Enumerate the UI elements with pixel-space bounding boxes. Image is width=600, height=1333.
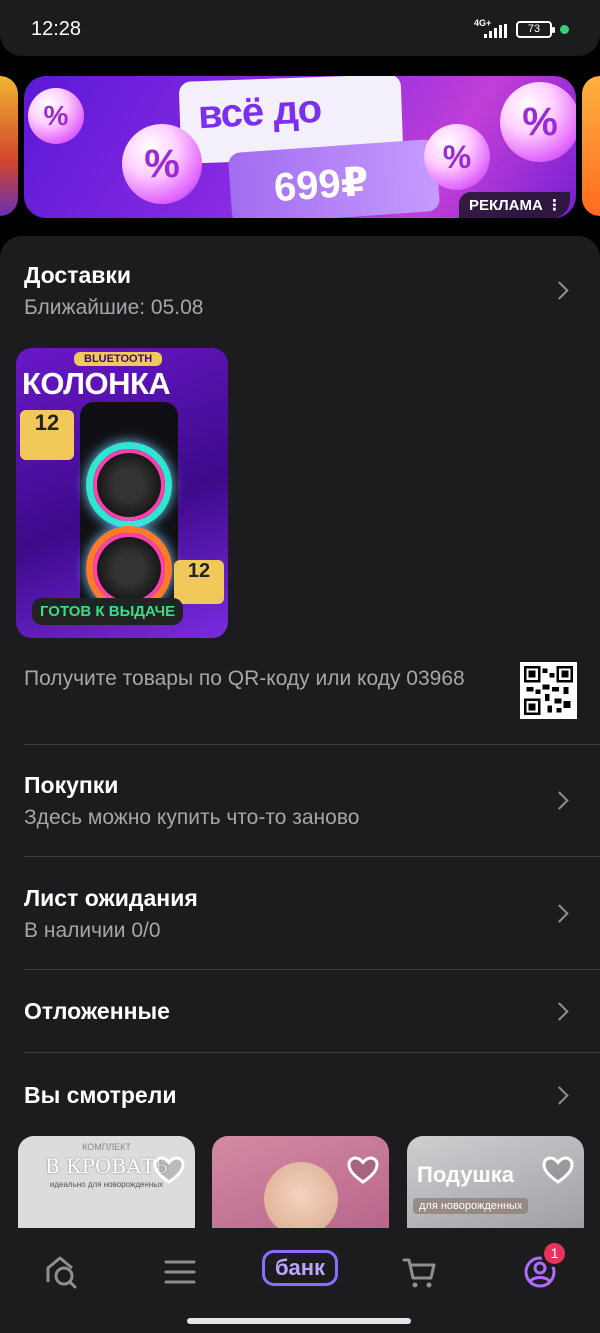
product-photo	[264, 1162, 338, 1228]
status-bar: 12:28 4G+ 73	[0, 0, 600, 56]
battery-icon: 73	[516, 21, 555, 38]
product-bluetooth-label: BLUETOOTH	[74, 352, 163, 366]
viewed-product-card[interactable]: КОМПЛЕКТ В КРОВАТЬ идеально для новорожд…	[18, 1136, 195, 1228]
status-time: 12:28	[31, 18, 82, 40]
percent-coin-icon: %	[424, 124, 490, 190]
ready-status-badge: ГОТОВ К ВЫДАЧЕ	[32, 598, 184, 625]
privacy-dot-icon	[560, 25, 569, 34]
cart-icon[interactable]	[400, 1252, 440, 1292]
deliveries-subtitle: Ближайшие: 05.08	[24, 296, 204, 319]
percent-coin-icon: %	[500, 82, 576, 162]
divider	[24, 969, 600, 970]
viewed-card-caption: Подушка	[417, 1162, 515, 1187]
signal-icon	[484, 24, 507, 38]
product-title: КОЛОНКА	[22, 366, 171, 401]
banner-prev-peek[interactable]	[0, 76, 18, 216]
viewed-card-subcaption: для новорожденных	[413, 1198, 529, 1214]
hours-badge: 12	[174, 560, 224, 604]
divider	[24, 1052, 600, 1053]
saved-title: Отложенные	[24, 998, 170, 1024]
qr-instructions: Получите товары по QR-коду или коду 0396…	[24, 667, 465, 690]
favorite-heart-icon[interactable]	[542, 1156, 574, 1184]
battery-level: 73	[527, 23, 541, 35]
percent-coin-icon: %	[122, 124, 202, 204]
viewed-product-card[interactable]	[212, 1136, 389, 1228]
bank-tab-button[interactable]: банк	[262, 1250, 338, 1286]
promo-banner[interactable]: % % % % всё до 699₽ РЕКЛАМА ⋮	[24, 76, 576, 218]
delivery-product-card[interactable]: BLUETOOTH КОЛОНКА 12 12 ГОТОВ К ВЫДАЧЕ	[16, 348, 228, 638]
favorite-heart-icon[interactable]	[347, 1156, 379, 1184]
purchases-subtitle: Здесь можно купить что-то заново	[24, 806, 360, 829]
qr-code-button[interactable]	[520, 662, 577, 719]
speaker-image	[80, 402, 178, 614]
qr-code-icon	[524, 666, 573, 715]
profile-notification-badge: 1	[541, 1240, 568, 1267]
promo-text-line1: всё до	[196, 86, 323, 138]
promo-text-line2: 699₽	[272, 159, 370, 211]
viewed-card-label: КОМПЛЕКТ	[82, 1142, 131, 1152]
home-indicator[interactable]	[187, 1318, 411, 1324]
ad-label-button[interactable]: РЕКЛАМА ⋮	[458, 192, 570, 218]
favorite-heart-icon[interactable]	[153, 1156, 185, 1184]
banner-carousel[interactable]: % % % % всё до 699₽ РЕКЛАМА ⋮	[0, 72, 600, 220]
divider	[24, 744, 600, 745]
purchases-title: Покупки	[24, 772, 119, 798]
viewed-title: Вы смотрели	[24, 1082, 177, 1108]
banner-next-peek[interactable]	[582, 76, 600, 216]
waitlist-subtitle: В наличии 0/0	[24, 919, 161, 942]
waitlist-title: Лист ожидания	[24, 885, 198, 911]
percent-coin-icon: %	[28, 88, 84, 144]
divider	[24, 856, 600, 857]
catalog-menu-icon[interactable]	[160, 1252, 200, 1292]
viewed-product-card[interactable]: Подушка для новорожденных	[407, 1136, 584, 1228]
deliveries-title: Доставки	[24, 262, 132, 288]
warranty-badge: 12	[20, 410, 74, 460]
home-search-icon[interactable]	[42, 1252, 82, 1292]
speaker-ring	[86, 442, 172, 528]
